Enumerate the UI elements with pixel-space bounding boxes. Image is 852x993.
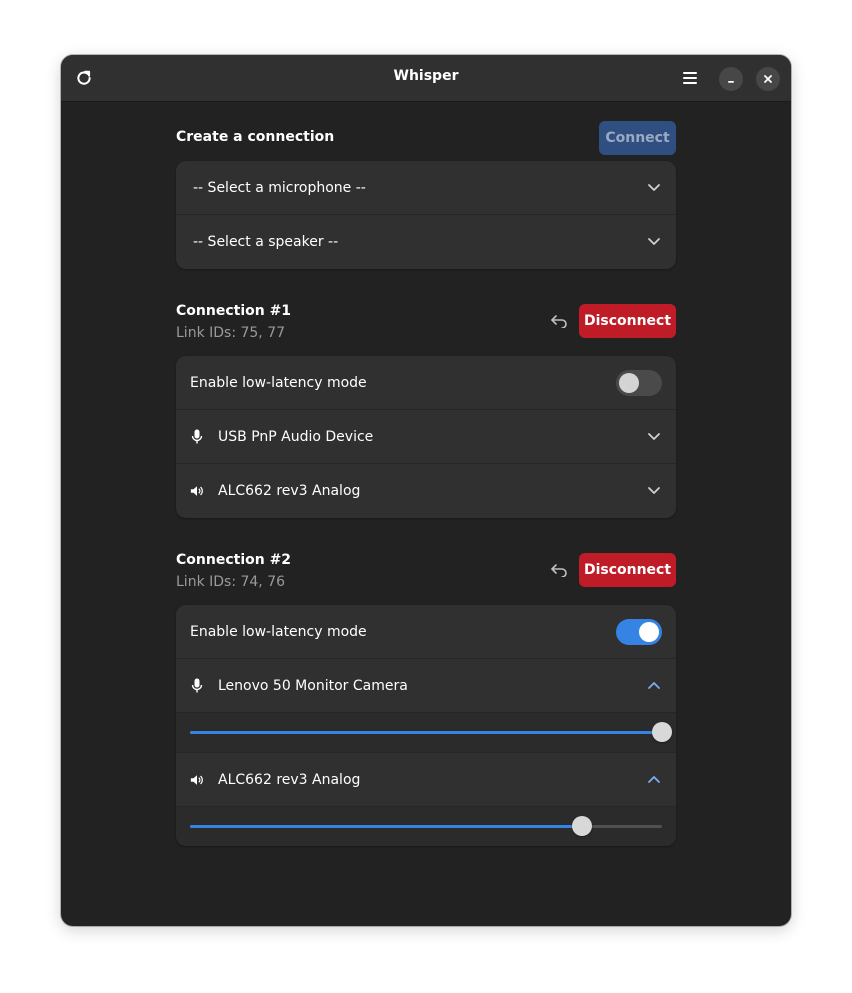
app-window: Whisper Create a connection Connect -- S… — [61, 55, 791, 926]
close-icon — [764, 75, 772, 83]
connection-2-microphone-row[interactable]: Lenovo 50 Monitor Camera — [176, 659, 676, 713]
chevron-down-icon — [648, 184, 660, 191]
hamburger-menu-icon — [683, 72, 697, 84]
connection-1-speaker-row[interactable]: ALC662 rev3 Analog — [176, 464, 676, 518]
chevron-down-icon — [648, 487, 660, 494]
connection-1-low-latency-row: Enable low-latency mode — [176, 356, 676, 410]
connection-2-microphone-volume-row — [176, 713, 676, 753]
connection-1-link-ids: Link IDs: 75, 77 — [176, 325, 286, 341]
connection-1-microphone-label: USB PnP Audio Device — [218, 428, 374, 445]
connection-2-low-latency-row: Enable low-latency mode — [176, 605, 676, 659]
connection-1-microphone-row[interactable]: USB PnP Audio Device — [176, 410, 676, 464]
minimize-icon — [728, 81, 734, 83]
connection-2-speaker-volume-row — [176, 807, 676, 846]
microphone-select-label: -- Select a microphone -- — [193, 179, 366, 196]
microphone-volume-handle[interactable] — [652, 722, 672, 742]
connection-1-undo-button[interactable] — [546, 308, 572, 334]
low-latency-label: Enable low-latency mode — [190, 374, 367, 391]
chevron-down-icon — [648, 433, 660, 440]
microphone-volume-fill — [190, 731, 662, 734]
connection-1-disconnect-button[interactable]: Disconnect — [579, 304, 676, 338]
microphone-select[interactable]: -- Select a microphone -- — [176, 161, 676, 215]
chevron-up-icon — [648, 776, 660, 783]
connection-2-low-latency-switch[interactable] — [616, 619, 662, 645]
connection-1-low-latency-switch[interactable] — [616, 370, 662, 396]
speaker-volume-slider[interactable] — [190, 816, 662, 836]
close-button[interactable] — [756, 67, 780, 91]
connect-button[interactable]: Connect — [599, 121, 676, 155]
connection-2-speaker-row[interactable]: ALC662 rev3 Analog — [176, 753, 676, 807]
header-bar: Whisper — [61, 55, 791, 102]
undo-icon — [551, 564, 567, 577]
create-connection-title: Create a connection — [176, 129, 335, 145]
minimize-button[interactable] — [719, 67, 743, 91]
speaker-volume-fill — [190, 825, 582, 828]
create-connection-header: Create a connection Connect — [176, 121, 676, 155]
speaker-volume-handle[interactable] — [571, 816, 592, 836]
speaker-icon — [190, 773, 204, 787]
connection-2-speaker-label: ALC662 rev3 Analog — [218, 771, 361, 788]
content-area: Create a connection Connect -- Select a … — [176, 121, 676, 846]
connection-1-speaker-label: ALC662 rev3 Analog — [218, 483, 361, 499]
chevron-down-icon — [648, 238, 660, 245]
speaker-icon — [190, 484, 204, 498]
connection-1-header: Connection #1 Link IDs: 75, 77 Disconnec… — [176, 303, 676, 356]
connection-1-title: Connection #1 — [176, 303, 292, 319]
undo-icon — [551, 315, 567, 328]
speaker-select-label: -- Select a speaker -- — [193, 234, 339, 250]
connection-2-title: Connection #2 — [176, 552, 292, 568]
connection-2-microphone-label: Lenovo 50 Monitor Camera — [218, 677, 408, 694]
connection-2-header: Connection #2 Link IDs: 74, 76 Disconnec… — [176, 552, 676, 605]
connection-2-undo-button[interactable] — [546, 557, 572, 583]
connection-1-card: Enable low-latency mode USB PnP Audio De… — [176, 356, 676, 518]
connection-2-disconnect-button[interactable]: Disconnect — [579, 553, 676, 587]
speaker-select[interactable]: -- Select a speaker -- — [176, 215, 676, 269]
chevron-up-icon — [648, 682, 660, 689]
connection-2-card: Enable low-latency mode Lenovo 50 Monito… — [176, 605, 676, 846]
microphone-volume-slider[interactable] — [190, 722, 672, 742]
main-menu-button[interactable] — [677, 65, 703, 91]
microphone-icon — [190, 429, 204, 444]
connection-2-link-ids: Link IDs: 74, 76 — [176, 574, 286, 590]
create-connection-card: -- Select a microphone -- -- Select a sp… — [176, 161, 676, 269]
microphone-icon — [190, 678, 204, 693]
low-latency-label: Enable low-latency mode — [190, 623, 367, 640]
